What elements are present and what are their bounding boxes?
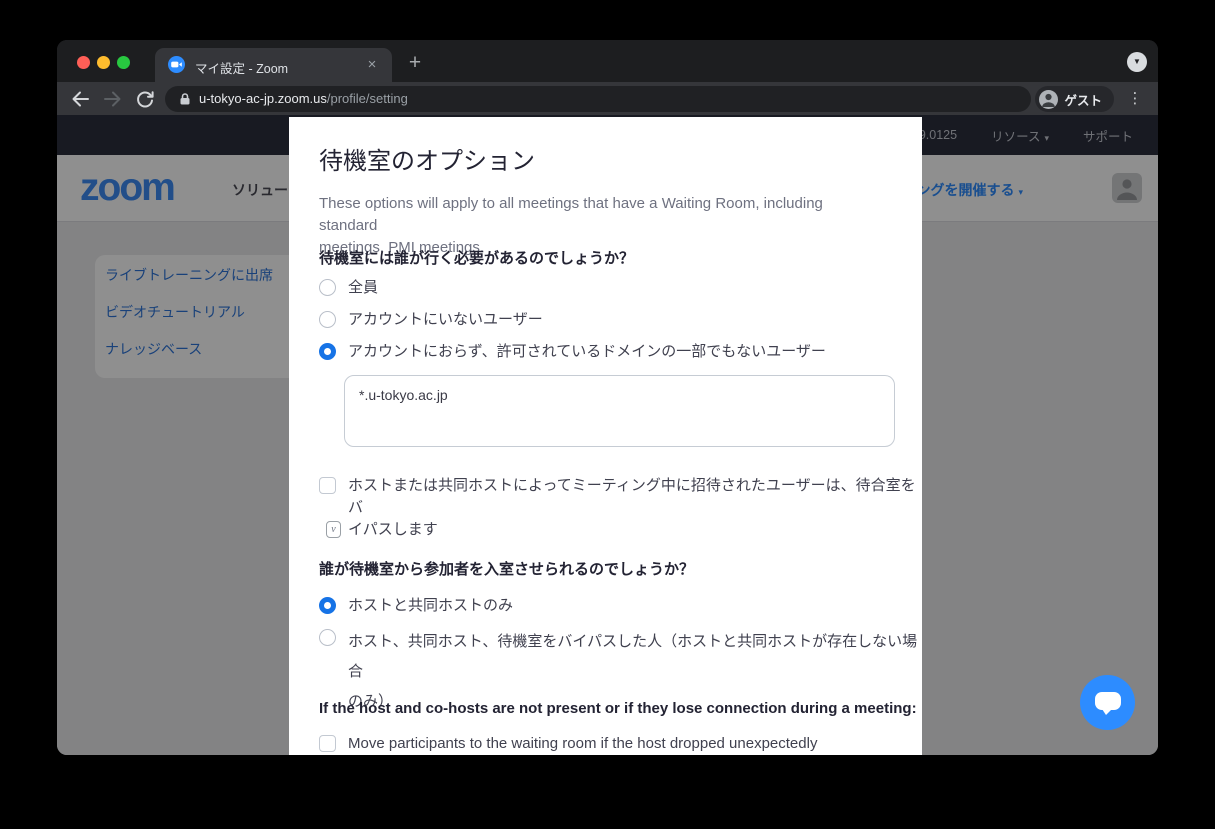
- browser-toolbar: u-tokyo-ac-jp.zoom.us/profile/setting ゲス…: [57, 82, 1158, 115]
- browser-window: マイ設定 - Zoom × + ▼: [57, 40, 1158, 755]
- url-host: u-tokyo-ac-jp.zoom.us: [199, 91, 327, 106]
- radio-icon[interactable]: [319, 311, 336, 328]
- radio-option-users-not-in-account[interactable]: アカウントにいないユーザー: [319, 309, 543, 331]
- question-who-goes-to-waiting-room: 待機室には誰が行く必要があるのでしょうか？: [319, 247, 634, 268]
- broken-image-icon: v: [326, 521, 341, 538]
- url-text: u-tokyo-ac-jp.zoom.us/profile/setting: [199, 91, 408, 106]
- tab-title: マイ設定 - Zoom: [195, 58, 288, 77]
- lock-icon[interactable]: [178, 92, 192, 106]
- radio-icon[interactable]: [319, 629, 336, 646]
- address-bar[interactable]: u-tokyo-ac-jp.zoom.us/profile/setting: [165, 86, 1031, 112]
- radio-icon[interactable]: [319, 279, 336, 296]
- guest-avatar-icon: [1039, 90, 1058, 109]
- new-tab-button[interactable]: +: [401, 49, 429, 77]
- chat-bubble-icon: [1095, 692, 1121, 710]
- question-who-can-admit: 誰が待機室から参加者を入室させられるのでしょうか？: [319, 558, 694, 579]
- back-icon[interactable]: [68, 87, 92, 111]
- radio-option-everyone[interactable]: 全員: [319, 277, 378, 299]
- fullscreen-window-button[interactable]: [117, 56, 130, 69]
- close-window-button[interactable]: [77, 56, 90, 69]
- zoom-favicon-icon: [168, 56, 185, 73]
- tab-strip: マイ設定 - Zoom × + ▼: [57, 40, 1158, 82]
- profile-button[interactable]: ゲスト: [1035, 86, 1114, 112]
- modal-title: 待機室のオプション: [319, 141, 535, 176]
- radio-option-users-not-in-allowed-domains[interactable]: アカウントにおらず、許可されているドメインの一部でもないユーザー: [319, 341, 826, 363]
- bypass-waiting-room-checkbox-row[interactable]: ホストまたは共同ホストによってミーティング中に招待されたユーザーは、待合室をバ …: [319, 475, 922, 541]
- guest-label: ゲスト: [1064, 90, 1102, 109]
- page-viewport: 88.799.0125 リソース▾ サポート zoom ソリューション ミーティ…: [57, 115, 1158, 755]
- tab-search-button[interactable]: ▼: [1127, 52, 1147, 72]
- waiting-room-options-modal: 待機室のオプション These options will apply to al…: [289, 117, 922, 755]
- reload-icon[interactable]: [133, 87, 157, 111]
- url-path: /profile/setting: [327, 91, 408, 106]
- allowed-domains-input[interactable]: *.u-tokyo.ac.jp: [344, 375, 895, 447]
- browser-tab[interactable]: マイ設定 - Zoom ×: [155, 48, 392, 82]
- browser-menu-icon[interactable]: ⋮: [1124, 87, 1146, 111]
- minimize-window-button[interactable]: [97, 56, 110, 69]
- move-participants-checkbox-row[interactable]: Move participants to the waiting room if…: [319, 733, 817, 755]
- chat-widget-button[interactable]: [1080, 675, 1135, 730]
- tab-close-icon[interactable]: ×: [362, 55, 382, 75]
- radio-selected-icon[interactable]: [319, 343, 336, 360]
- forward-icon: [101, 87, 125, 111]
- checkbox-icon[interactable]: [319, 477, 336, 494]
- checkbox-icon[interactable]: [319, 735, 336, 752]
- radio-selected-icon[interactable]: [319, 597, 336, 614]
- question-host-not-present: If the host and co-hosts are not present…: [319, 700, 917, 717]
- radio-option-host-cohosts-only[interactable]: ホストと共同ホストのみ: [319, 595, 513, 617]
